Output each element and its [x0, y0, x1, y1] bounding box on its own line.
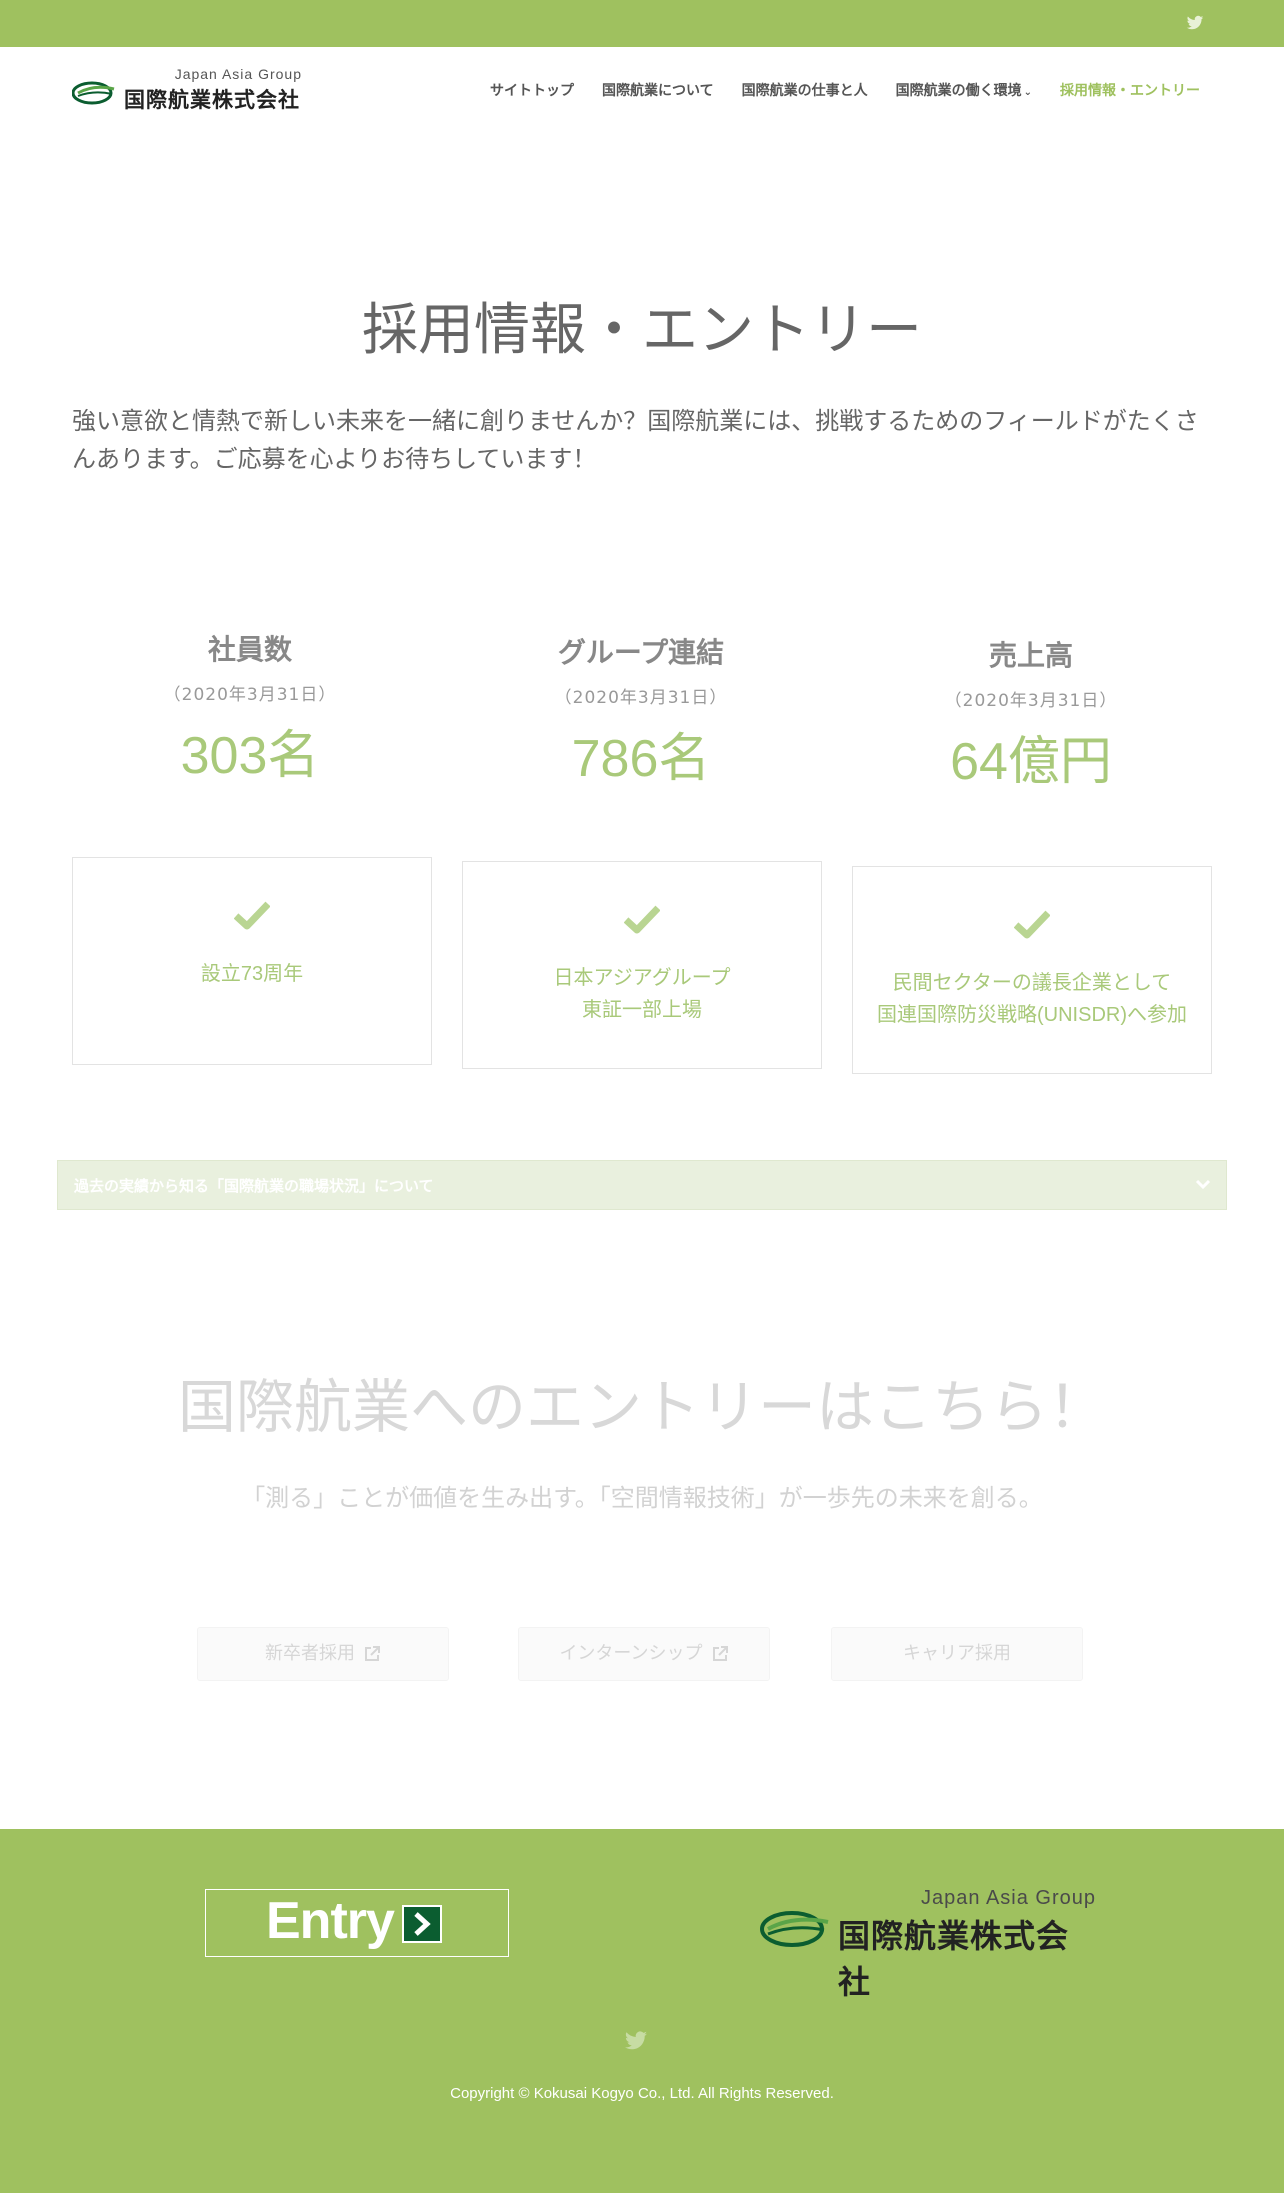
copyright-text: Copyright © Kokusai Kogyo Co., Ltd. All …: [450, 2085, 834, 2102]
nav-item-environment[interactable]: 国際航業の働く環境 ⌄: [896, 80, 1032, 100]
nav-item-about[interactable]: 国際航業について: [602, 80, 714, 100]
career-button[interactable]: キャリア採用: [831, 1627, 1083, 1681]
feature-line-1: 設立73周年: [200, 963, 304, 985]
chevron-down-icon: [1195, 1179, 1211, 1190]
career-label: キャリア採用: [903, 1643, 1011, 1664]
footer: Entry Japan Asia Group 国際航業株式会社 Copyrigh…: [0, 1829, 1284, 2193]
feature-line-1: 民間セクターの議長企業として: [892, 972, 1172, 994]
logo-mark-icon: [760, 1911, 829, 1947]
new-grad-button[interactable]: 新卒者採用: [197, 1627, 449, 1681]
feature-box-unisdr: 民間セクターの議長企業として 国連国際防災戦略(UNISDR)へ参加: [852, 866, 1212, 1074]
nav-item-site-top[interactable]: サイトトップ: [490, 80, 574, 100]
stat-value: 786名: [571, 730, 711, 788]
entry-banner-label: Entry: [266, 1892, 395, 1950]
site-logo[interactable]: Japan Asia Group 国際航業株式会社: [72, 66, 302, 112]
check-icon: [1014, 910, 1050, 939]
stat-label: 売上高: [988, 639, 1073, 672]
external-link-icon: [365, 1646, 380, 1661]
new-grad-label: 新卒者採用: [265, 1643, 355, 1664]
nav-item-work-people[interactable]: 国際航業の仕事と人: [742, 80, 868, 100]
stat-employees: 社員数 （2020年3月31日） 303名: [90, 628, 410, 788]
entry-banner-button[interactable]: Entry: [205, 1889, 509, 1957]
top-bar: [0, 0, 1284, 47]
stat-date: （2020年3月31日）: [944, 691, 1118, 711]
twitter-icon[interactable]: [1186, 14, 1204, 32]
stat-date: （2020年3月31日）: [163, 685, 337, 705]
stat-value: 64億円: [950, 733, 1112, 791]
stat-date: （2020年3月31日）: [554, 688, 728, 708]
footer-logo[interactable]: Japan Asia Group 国際航業株式会社: [760, 1887, 1096, 2001]
workplace-accordion[interactable]: 過去の実績から知る「国際航業の職場状況」について: [57, 1160, 1227, 1210]
feature-line-1: 日本アジアグループ: [553, 967, 731, 989]
nav-item-recruit-entry[interactable]: 採用情報・エントリー: [1060, 80, 1200, 100]
chevron-right-icon: [402, 1905, 442, 1943]
main-nav: サイトトップ 国際航業について 国際航業の仕事と人 国際航業の働く環境 ⌄ 採用情…: [490, 80, 1200, 100]
check-icon: [234, 901, 270, 930]
accordion-label: 過去の実績から知る「国際航業の職場状況」について: [74, 1177, 434, 1195]
feature-text: 設立73周年: [73, 958, 431, 990]
page-title: 採用情報・エントリー: [362, 298, 922, 363]
internship-label: インターンシップ: [559, 1643, 703, 1664]
internship-button[interactable]: インターンシップ: [518, 1627, 770, 1681]
footer-logo-group-text: Japan Asia Group: [921, 1887, 1096, 1909]
intro-text: 強い意欲と情熱で新しい未来を一緒に創りませんか？国際航業には、挑戦するためのフィ…: [72, 407, 1199, 473]
stat-group-employees: グループ連結 （2020年3月31日） 786名: [481, 631, 801, 791]
feature-line-2: 国連国際防災戦略(UNISDR)へ参加: [877, 1004, 1187, 1026]
stat-sales: 売上高 （2020年3月31日） 64億円: [871, 634, 1191, 794]
check-icon: [624, 905, 660, 934]
nav-item-environment-label: 国際航業の働く環境: [895, 83, 1022, 99]
stat-label: グループ連結: [557, 636, 725, 669]
logo-group-text: Japan Asia Group: [174, 66, 302, 82]
feature-box-founding: 設立73周年: [72, 857, 432, 1065]
twitter-icon[interactable]: [624, 2029, 648, 2053]
feature-line-2: 東証一部上場: [582, 999, 702, 1021]
stat-value: 303名: [180, 727, 320, 785]
feature-text: 民間セクターの議長企業として 国連国際防災戦略(UNISDR)へ参加: [853, 967, 1211, 1031]
feature-text: 日本アジアグループ 東証一部上場: [463, 962, 821, 1026]
entry-title: 国際航業へのエントリーはこちら！: [177, 1373, 1106, 1441]
feature-box-listing: 日本アジアグループ 東証一部上場: [462, 861, 822, 1069]
logo-mark-icon: [72, 81, 115, 105]
stat-label: 社員数: [207, 633, 292, 666]
entry-subtitle: 「測る」ことが価値を生み出す。「空間情報技術」が一歩先の未来を創る。: [241, 1484, 1043, 1512]
external-link-icon: [712, 1646, 728, 1661]
chevron-down-icon: ⌄: [1023, 87, 1032, 98]
footer-logo-company-name: 国際航業株式会社: [838, 1917, 1070, 2001]
logo-company-name: 国際航業株式会社: [124, 88, 300, 112]
